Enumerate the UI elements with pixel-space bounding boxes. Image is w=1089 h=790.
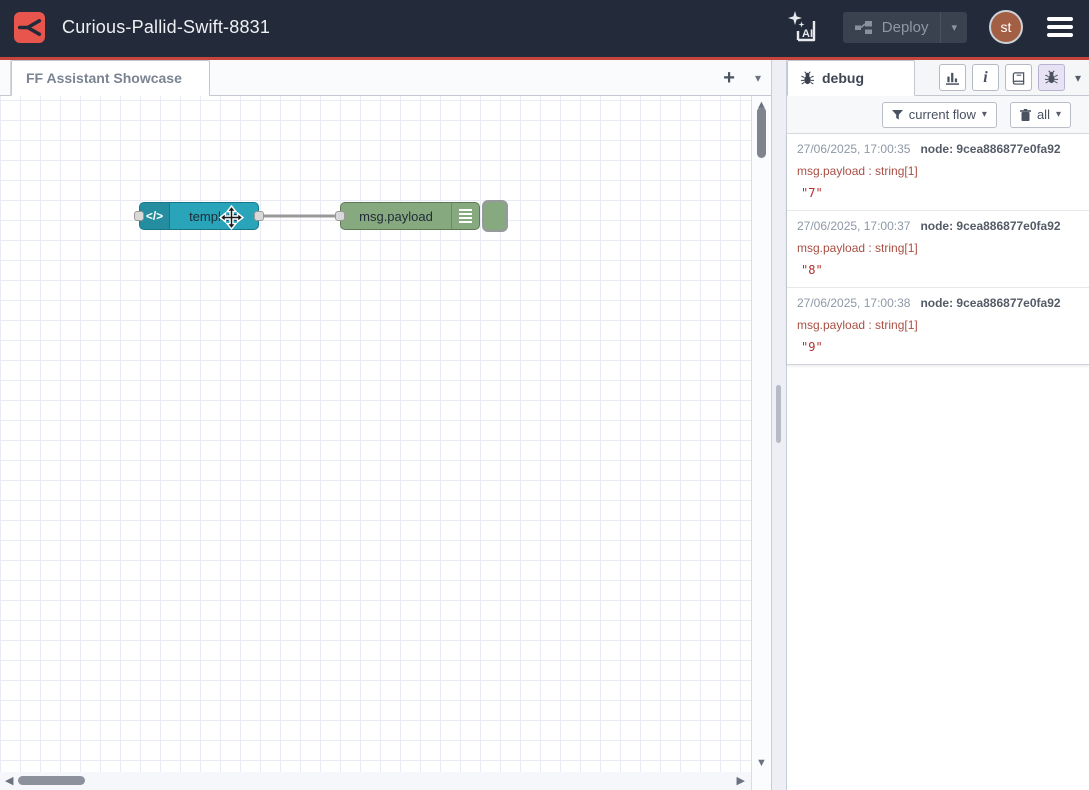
tabbar-left-edge [0, 60, 11, 95]
deploy-label: Deploy [882, 19, 929, 36]
bug-icon [800, 71, 815, 86]
logo-glyph-icon [17, 15, 42, 40]
message-property[interactable]: msg.payload : string[1] [797, 318, 1079, 332]
sidebar-tab-label: debug [822, 70, 864, 86]
debug-input-port[interactable] [335, 211, 345, 221]
message-value: "9" [797, 340, 1079, 354]
deploy-icon [855, 20, 872, 35]
sidebar-options-caret-button[interactable]: ▾ [1075, 71, 1081, 85]
book-icon [1011, 71, 1026, 85]
header-actions: AI Deploy ▾ st [785, 9, 1075, 45]
help-panel-button[interactable] [1005, 64, 1032, 91]
deploy-button[interactable]: Deploy ▾ [843, 12, 967, 43]
deploy-options-caret[interactable]: ▾ [940, 12, 967, 43]
sidebar-tabbar: debug i [787, 60, 1089, 96]
sidebar-panel-buttons: i ▾ [939, 64, 1081, 91]
flow-list-caret-button[interactable]: ▾ [755, 71, 761, 85]
canvas-horizontal-scrollbar[interactable]: ◀ ▶ [0, 772, 751, 790]
message-value: "7" [797, 186, 1079, 200]
horizontal-scroll-thumb[interactable] [18, 776, 85, 785]
debug-node[interactable]: msg.payload [340, 202, 480, 230]
caret-down-icon: ▾ [982, 109, 987, 120]
dashboard-panel-button[interactable] [939, 64, 966, 91]
template-code-icon: </> [140, 203, 170, 229]
message-timestamp: 27/06/2025, 17:00:35 [797, 142, 910, 156]
avatar-initials: st [1001, 19, 1012, 35]
debug-filter-dropdown[interactable]: current flow ▾ [882, 102, 997, 128]
sidebar-tab-debug[interactable]: debug [787, 60, 915, 96]
node-red-editor: Curious-Pallid-Swift-8831 AI Dep [0, 0, 1089, 790]
move-cursor-icon [219, 205, 244, 235]
debug-toolbar: current flow ▾ all ▾ [787, 96, 1089, 134]
caret-down-icon: ▾ [951, 21, 957, 34]
workspace: FF Assistant Showcase + ▾ </> template [0, 60, 771, 790]
flow-tabbar: FF Assistant Showcase + ▾ [0, 60, 771, 96]
clear-label: all [1037, 107, 1050, 122]
info-icon: i [983, 69, 987, 87]
debug-list-icon [451, 203, 479, 229]
filter-funnel-icon [892, 110, 903, 120]
template-node-label: template [170, 203, 258, 229]
canvas-vertical-scrollbar[interactable]: ▲ ▼ [751, 96, 771, 790]
scroll-right-arrow-icon[interactable]: ▶ [737, 774, 745, 787]
scroll-left-arrow-icon[interactable]: ◀ [5, 774, 13, 787]
sidebar: debug i [787, 60, 1089, 790]
debug-panel-button[interactable] [1038, 64, 1065, 91]
message-value: "8" [797, 263, 1079, 277]
message-timestamp: 27/06/2025, 17:00:37 [797, 219, 910, 233]
message-timestamp: 27/06/2025, 17:00:38 [797, 296, 910, 310]
message-property[interactable]: msg.payload : string[1] [797, 241, 1079, 255]
svg-text:AI: AI [802, 28, 813, 40]
debug-message-list: 27/06/2025, 17:00:35 node: 9cea886877e0fa… [787, 134, 1089, 365]
tabbar-actions: + ▾ [723, 60, 761, 95]
canvas-wrap: </> template msg.payload [0, 96, 771, 790]
debug-clear-dropdown[interactable]: all ▾ [1010, 102, 1071, 128]
debug-node-label: msg.payload [341, 203, 451, 229]
hamburger-icon [1047, 17, 1073, 21]
flow-tab-ff-assistant-showcase[interactable]: FF Assistant Showcase [11, 60, 210, 96]
node-wire [0, 96, 751, 772]
caret-down-icon: ▾ [1056, 109, 1061, 120]
debug-message[interactable]: 27/06/2025, 17:00:37 node: 9cea886877e0fa… [787, 211, 1089, 288]
message-node-id: node: 9cea886877e0fa92 [920, 296, 1060, 310]
filter-label: current flow [909, 107, 976, 122]
ai-assistant-button[interactable]: AI [785, 9, 821, 45]
flow-tab-label: FF Assistant Showcase [26, 70, 182, 86]
scroll-down-arrow-icon[interactable]: ▼ [752, 757, 771, 769]
trash-icon [1020, 109, 1031, 121]
flow-canvas[interactable]: </> template msg.payload [0, 96, 751, 772]
bug-icon [1044, 70, 1059, 85]
vertical-scroll-thumb[interactable] [757, 107, 766, 158]
debug-enable-toggle-button[interactable] [482, 200, 508, 232]
message-property[interactable]: msg.payload : string[1] [797, 164, 1079, 178]
flowfuse-logo-icon[interactable] [14, 12, 45, 43]
info-panel-button[interactable]: i [972, 64, 999, 91]
main-menu-button[interactable] [1045, 13, 1075, 41]
message-node-id: node: 9cea886877e0fa92 [920, 219, 1060, 233]
debug-message[interactable]: 27/06/2025, 17:00:38 node: 9cea886877e0fa… [787, 288, 1089, 364]
add-flow-button[interactable]: + [723, 68, 735, 88]
template-input-port[interactable] [134, 211, 144, 221]
sidebar-splitter[interactable] [771, 60, 787, 790]
template-output-port[interactable] [254, 211, 264, 221]
app-title: Curious-Pallid-Swift-8831 [62, 17, 270, 38]
debug-message[interactable]: 27/06/2025, 17:00:35 node: 9cea886877e0fa… [787, 134, 1089, 211]
bar-chart-icon [945, 71, 960, 85]
user-avatar[interactable]: st [989, 10, 1023, 44]
header: Curious-Pallid-Swift-8831 AI Dep [0, 0, 1089, 60]
splitter-drag-handle[interactable] [776, 385, 781, 443]
ai-sparkle-icon: AI [785, 9, 821, 45]
message-node-id: node: 9cea886877e0fa92 [920, 142, 1060, 156]
